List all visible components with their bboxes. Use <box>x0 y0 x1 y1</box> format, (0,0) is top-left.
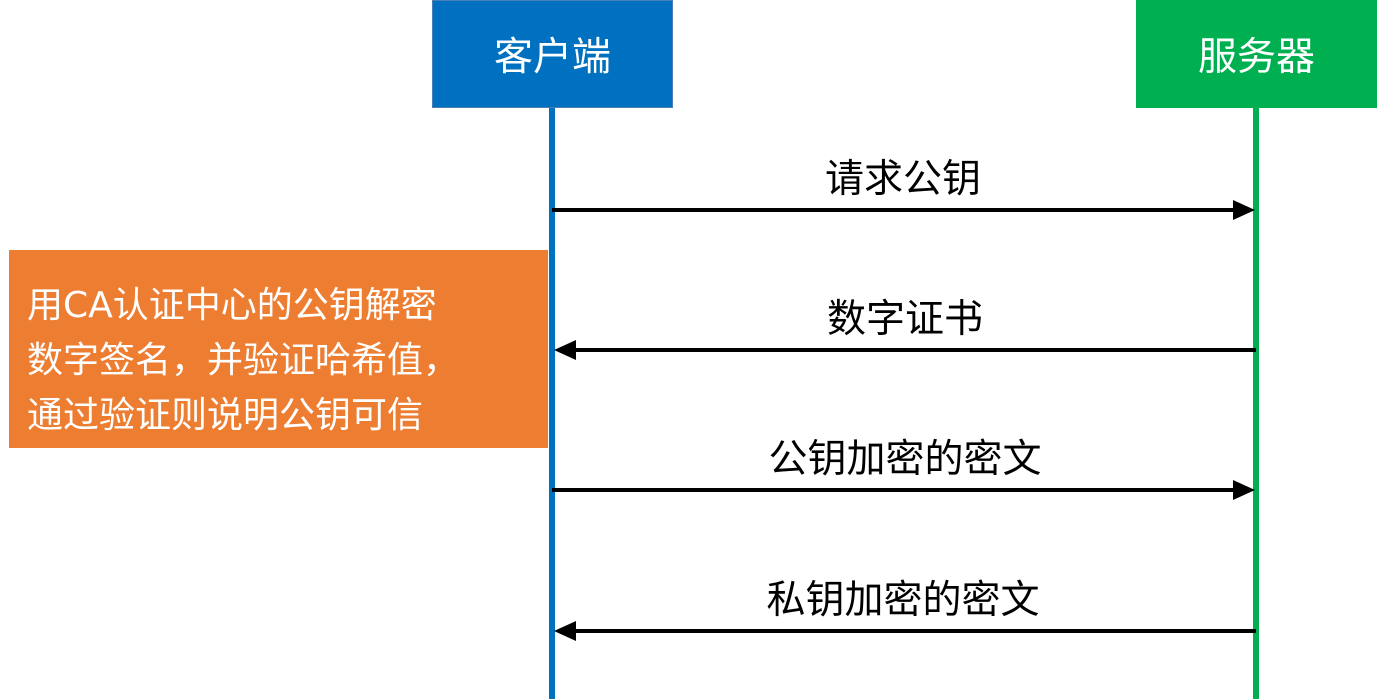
arrowhead-right-icon <box>1233 200 1255 220</box>
message-arrows <box>552 200 1256 641</box>
arrowhead-left-icon <box>554 621 576 641</box>
arrowhead-right-icon <box>1233 480 1255 500</box>
message-label-certificate: 数字证书 <box>826 297 984 342</box>
message-label-request-public-key: 请求公钥 <box>824 157 982 202</box>
message-label-private-key-ciphertext: 私钥加密的密文 <box>766 578 1040 623</box>
message-label-public-key-ciphertext: 公钥加密的密文 <box>768 437 1042 482</box>
arrowhead-left-icon <box>554 340 576 360</box>
